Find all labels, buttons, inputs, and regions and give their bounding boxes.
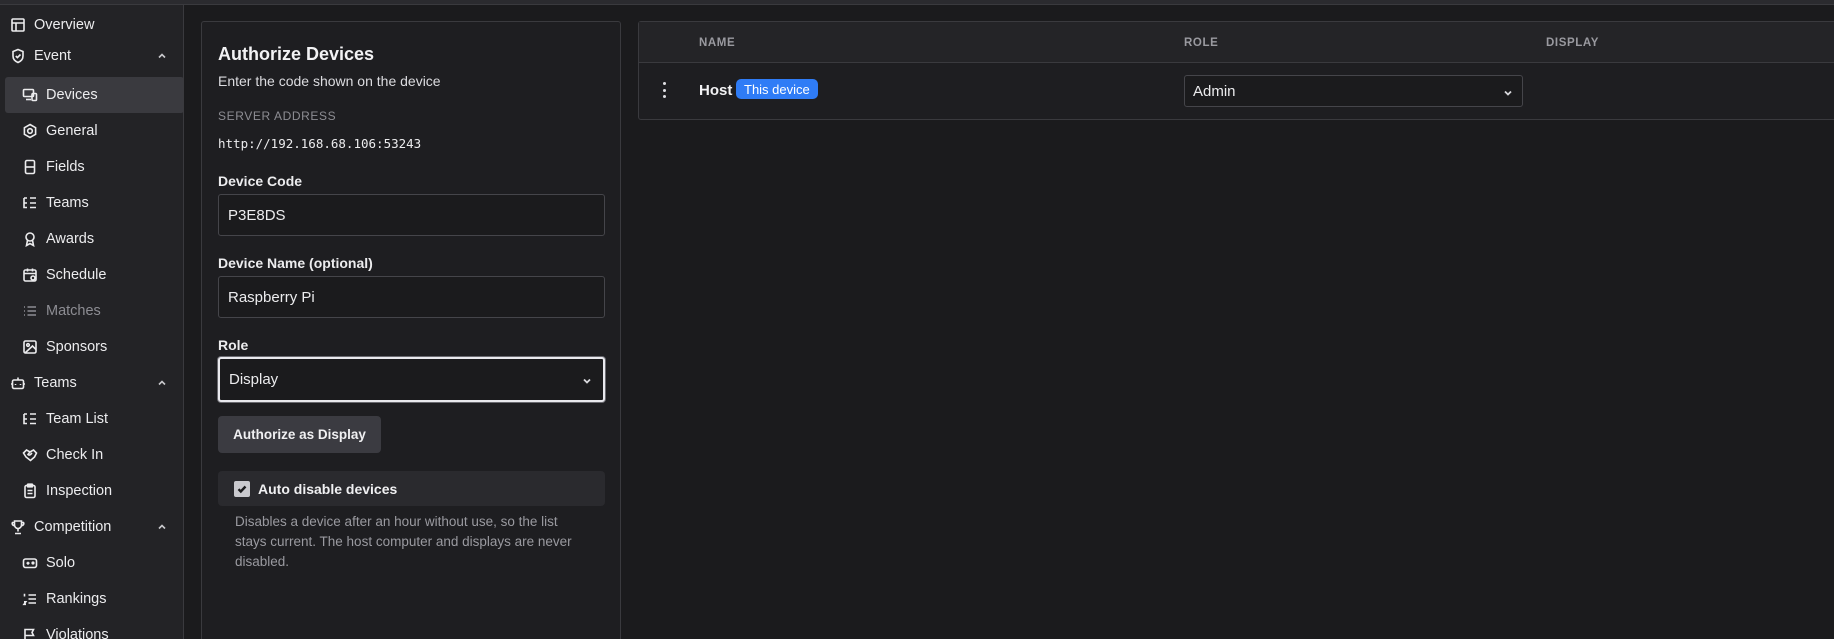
sidebar-item-label: Teams [46,195,89,211]
flag-icon [22,627,38,639]
award-icon [22,231,38,247]
sidebar: Overview Event Devices General Fields Te… [0,5,184,639]
image-icon [22,339,38,355]
device-code-label: Device Code [218,173,303,189]
sidebar-item-awards[interactable]: Awards [5,221,183,257]
device-name: Host [699,82,733,99]
sidebar-item-violations[interactable]: Violations [5,617,183,639]
device-name-label: Device Name (optional) [218,255,373,271]
list-icon [22,303,38,319]
settings-icon [22,123,38,139]
sidebar-item-label: Inspection [46,483,113,499]
layout-icon [10,17,26,33]
device-name-field[interactable]: Raspberry Pi [218,276,605,318]
chevron-down-icon [581,374,593,391]
app-window: Overview Event Devices General Fields Te… [0,0,1834,639]
sidebar-item-competition[interactable]: Competition [5,509,183,545]
sidebar-item-label: Event [34,48,72,64]
sidebar-item-general[interactable]: General [5,113,183,149]
column-header-name: NAME [699,37,736,49]
column-header-role: ROLE [1184,37,1219,49]
authorize-devices-panel: Authorize Devices Enter the code shown o… [201,21,621,639]
sidebar-item-label: Awards [46,231,95,247]
device-code-value: P3E8DS [228,206,286,224]
sidebar-item-label: Teams [34,375,77,391]
list-tree-icon [22,411,38,427]
sidebar-item-team-list[interactable]: Team List [5,401,183,437]
checkbox-checked-icon[interactable] [234,480,250,497]
role-select[interactable]: Display [218,357,605,402]
authorize-button[interactable]: Authorize as Display [218,416,381,453]
role-select-value: Display [229,371,279,388]
device-role-value: Admin [1193,82,1236,100]
chevron-up-icon [156,521,168,533]
chevron-up-icon [156,377,168,389]
panel-title: Authorize Devices [218,44,375,64]
gamepad-icon [22,555,38,571]
more-options-icon[interactable] [662,82,666,98]
sidebar-item-solo[interactable]: Solo [5,545,183,581]
table-row: Host This device Admin [639,63,1834,120]
auto-disable-toggle[interactable]: Auto disable devices [218,471,605,506]
auto-disable-help-text: Disables a device after an hour without … [235,514,572,569]
sidebar-item-label: Rankings [46,591,107,607]
shield-icon [10,48,26,64]
device-code-field[interactable]: P3E8DS [218,194,605,236]
server-address-label: SERVER ADDRESS [218,109,337,123]
sidebar-item-label: Check In [46,447,104,463]
sidebar-item-label: Sponsors [46,339,108,355]
sidebar-item-teams-group[interactable]: Teams [5,365,183,401]
list-tree-icon [22,195,38,211]
sidebar-item-check-in[interactable]: Check In [5,437,183,473]
sidebar-item-label: Schedule [46,267,107,283]
fields-icon [22,159,38,175]
bot-icon [10,375,26,391]
panel-subtitle: Enter the code shown on the device [218,73,441,89]
devices-table: NAME ROLE DISPLAY Host This device Admin [638,21,1834,120]
chevron-down-icon [1502,86,1514,103]
sidebar-item-label: Matches [46,303,101,319]
top-bar [0,0,1834,5]
column-header-display: DISPLAY [1546,37,1599,49]
device-name-value: Raspberry Pi [228,288,315,306]
sidebar-item-teams[interactable]: Teams [5,185,183,221]
sidebar-item-rankings[interactable]: Rankings [5,581,183,617]
sidebar-item-label: General [46,123,98,139]
sidebar-item-label: Violations [46,627,109,639]
calendar-icon [22,267,38,283]
sidebar-item-label: Solo [46,555,76,571]
sidebar-item-event[interactable]: Event [5,38,183,74]
sidebar-item-label: Devices [46,87,98,103]
device-role-select[interactable]: Admin [1184,75,1523,107]
this-device-badge: This device [736,79,818,99]
auto-disable-label: Auto disable devices [258,480,398,497]
role-label: Role [218,337,249,353]
server-address-value: http://192.168.68.106:53243 [218,136,422,151]
list-ordered-icon [22,591,38,607]
sidebar-item-label: Competition [34,519,112,535]
sidebar-item-matches[interactable]: Matches [5,293,183,329]
devices-icon [22,87,38,103]
sidebar-item-label: Fields [46,159,85,175]
clipboard-icon [22,483,38,499]
sidebar-item-fields[interactable]: Fields [5,149,183,185]
sidebar-item-schedule[interactable]: Schedule [5,257,183,293]
sidebar-item-devices[interactable]: Devices [5,77,183,113]
chevron-up-icon [156,50,168,62]
trophy-icon [10,519,26,535]
sidebar-item-label: Overview [34,17,95,33]
sidebar-item-inspection[interactable]: Inspection [5,473,183,509]
sidebar-item-label: Team List [46,411,109,427]
table-header: NAME ROLE DISPLAY [639,22,1834,63]
sidebar-item-sponsors[interactable]: Sponsors [5,329,183,365]
handshake-icon [22,447,38,463]
